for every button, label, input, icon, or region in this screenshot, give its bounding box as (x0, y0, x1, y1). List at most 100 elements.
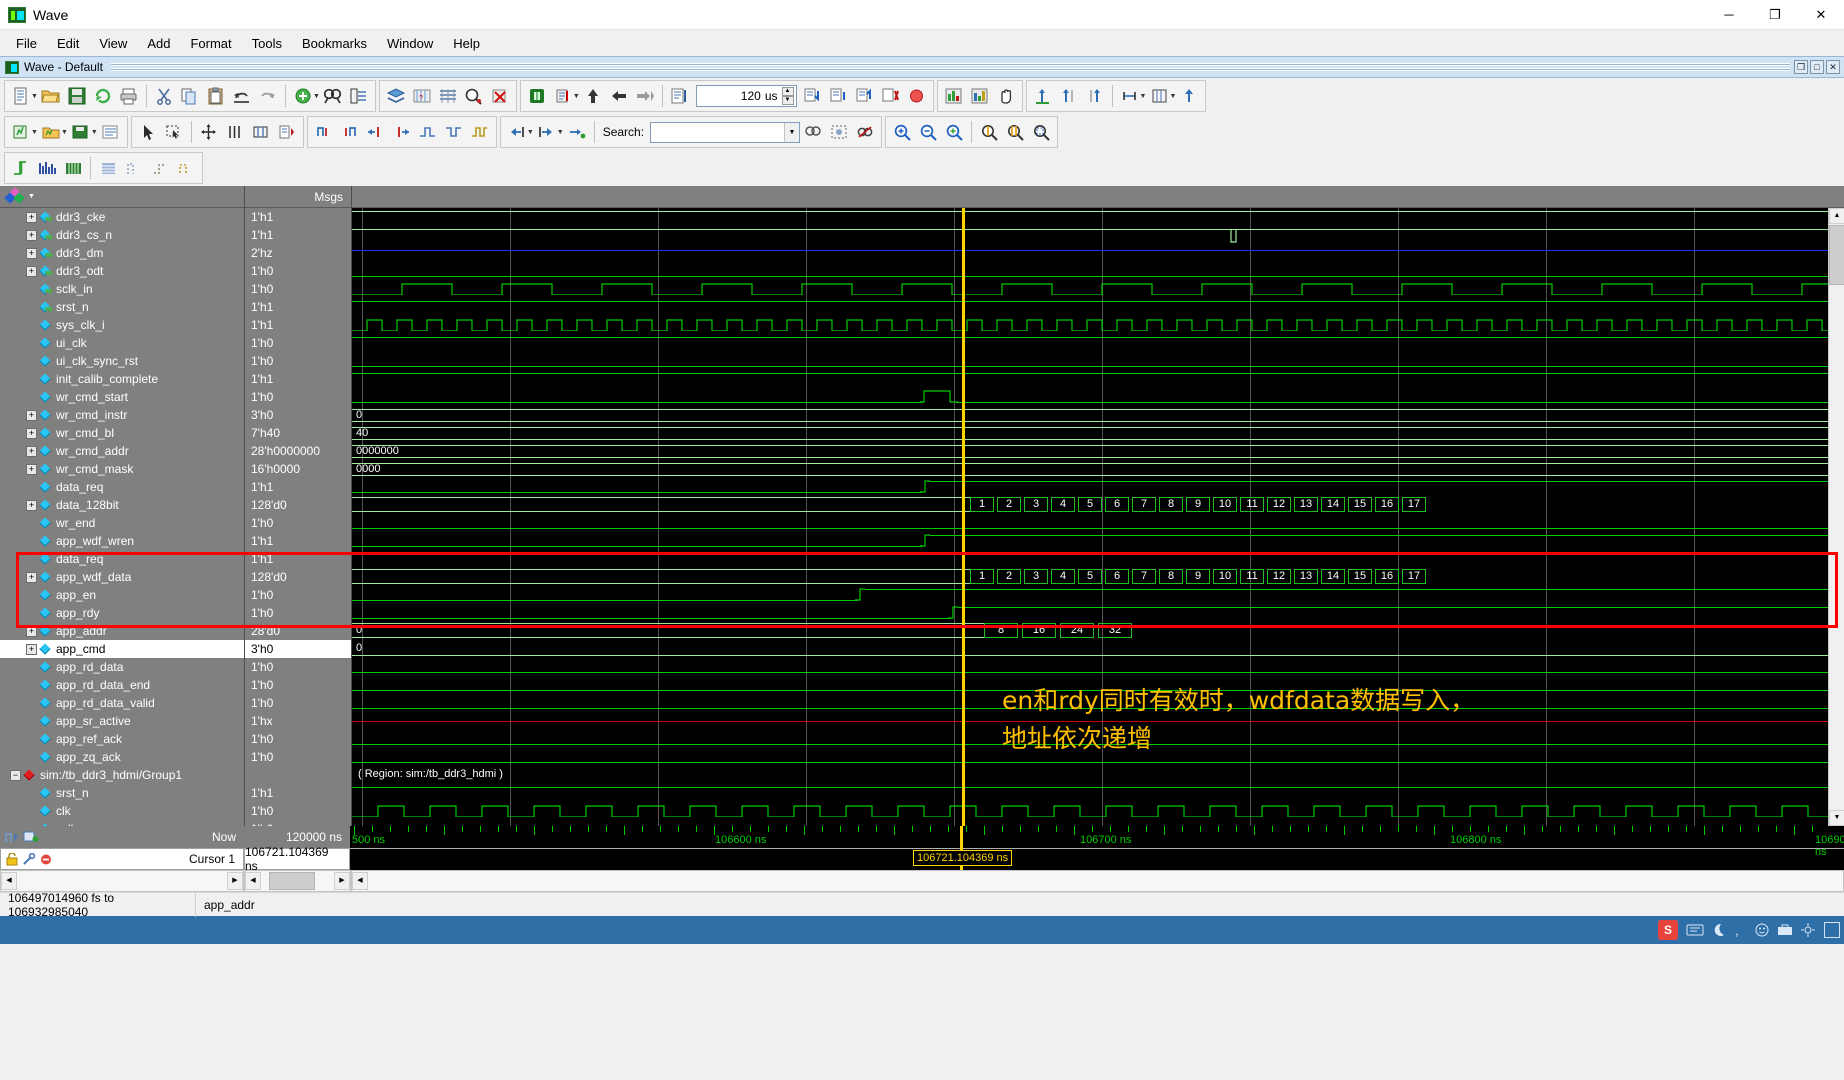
signal-row-app_rdy[interactable]: app_rdy (0, 604, 244, 622)
step-out-icon[interactable] (852, 83, 878, 109)
signal-row-wr_cmd_start[interactable]: wr_cmd_start (0, 388, 244, 406)
cursor-1-line[interactable] (962, 208, 965, 826)
wave-delete-icon[interactable] (487, 83, 513, 109)
menu-tools[interactable]: Tools (242, 33, 292, 54)
signal-row-app_wdf_wren[interactable]: app_wdf_wren (0, 532, 244, 550)
find-icon[interactable] (320, 83, 346, 109)
restore-button[interactable]: □ (1810, 60, 1824, 74)
search-all-icon[interactable] (564, 119, 590, 145)
search-next-icon[interactable] (534, 119, 560, 145)
zoom-mode-icon[interactable] (1117, 83, 1143, 109)
signal-row-init_calib_complete[interactable]: init_calib_complete (0, 370, 244, 388)
signal-row-app_addr[interactable]: + app_addr (0, 622, 244, 640)
tree-expand-icon[interactable]: + (26, 643, 37, 655)
signal-row-app_cmd[interactable]: + app_cmd (0, 640, 244, 658)
format-edge-icon[interactable] (173, 155, 199, 181)
menu-file[interactable]: File (6, 33, 47, 54)
format-pattern-icon[interactable] (95, 155, 121, 181)
signal-row-ddr3_dm[interactable]: + ddr3_dm (0, 244, 244, 262)
sogou-input-icon[interactable]: S (1658, 920, 1678, 940)
tree-expand-icon[interactable]: + (26, 445, 37, 457)
edge-last-icon[interactable] (337, 119, 363, 145)
tree-expand-icon[interactable]: + (26, 427, 37, 439)
menu-view[interactable]: View (89, 33, 137, 54)
signal-row-ui_clk_sync_rst[interactable]: ui_clk_sync_rst (0, 352, 244, 370)
search-prev-icon[interactable] (504, 119, 530, 145)
values-scroll-thumb[interactable] (269, 872, 315, 890)
signal-row-data_128bit[interactable]: + data_128bit (0, 496, 244, 514)
step-over-icon[interactable] (826, 83, 852, 109)
stop-icon[interactable] (904, 83, 930, 109)
signal-names-pane[interactable]: ▼ + ddr3_cke + ddr3_cs_n + ddr3_dm + ddr3_odt sc… (0, 186, 244, 826)
wave-list-icon[interactable] (98, 119, 124, 145)
reload-icon[interactable] (90, 83, 116, 109)
paste-icon[interactable] (203, 83, 229, 109)
menu-add[interactable]: Add (137, 33, 180, 54)
tree-expand-icon[interactable]: + (26, 229, 37, 241)
signal-row-sys_clk_i[interactable]: sys_clk_i (0, 316, 244, 334)
search-options-icon[interactable] (826, 119, 852, 145)
values-hscrollbar[interactable]: ◀ ▶ (244, 870, 351, 892)
signal-row-ddr3_cke[interactable]: + ddr3_cke (0, 208, 244, 226)
format-analog-icon[interactable] (34, 155, 60, 181)
search-input[interactable] (651, 122, 784, 142)
edge-prev-icon[interactable] (363, 119, 389, 145)
values-scroll-right-icon[interactable]: ▶ (334, 872, 350, 890)
zoom-fit-icon[interactable] (941, 119, 967, 145)
names-scroll-right-icon[interactable]: ▶ (227, 872, 243, 890)
signal-row-data_req[interactable]: data_req (0, 550, 244, 568)
cursor-insert-icon[interactable] (1030, 83, 1056, 109)
signal-row-sim--tb_ddr3_hdmi-group1[interactable]: − sim:/tb_ddr3_hdmi/Group1 (0, 766, 244, 784)
run-icon[interactable] (550, 83, 576, 109)
signal-row-app_sr_active[interactable]: app_sr_active (0, 712, 244, 730)
names-scroll-left-icon[interactable]: ◀ (1, 872, 17, 890)
format-step-icon[interactable] (147, 155, 173, 181)
add-object-icon[interactable] (290, 83, 316, 109)
signal-row-wr_cmd_bl[interactable]: + wr_cmd_bl (0, 424, 244, 442)
wave-scroll-left-icon[interactable]: ◀ (352, 872, 368, 890)
signal-row-app_ref_ack[interactable]: app_ref_ack (0, 730, 244, 748)
step-forward-icon[interactable] (632, 83, 658, 109)
search-history-dropdown-icon[interactable]: ▼ (783, 122, 800, 142)
wave-hscrollbar[interactable]: ◀ (351, 870, 1844, 892)
edge-any-icon[interactable] (467, 119, 493, 145)
cursor-1-value[interactable]: 106721.104369 ns (244, 845, 350, 873)
minimize-button[interactable]: ─ (1706, 0, 1752, 30)
wave-grid-icon[interactable]: ? (409, 83, 435, 109)
undo-icon[interactable] (229, 83, 255, 109)
tree-expand-icon[interactable]: + (26, 463, 37, 475)
signal-row-wr_cmd_instr[interactable]: + wr_cmd_instr (0, 406, 244, 424)
signal-row-sclk_in[interactable]: sclk_in (0, 280, 244, 298)
wave-zoom-tool-icon[interactable] (461, 83, 487, 109)
maximize-button[interactable]: ❐ (1752, 0, 1798, 30)
zoom-cursor-icon[interactable] (976, 119, 1002, 145)
signal-row-wr_end[interactable]: wr_end (0, 514, 244, 532)
vertical-scroll-thumb[interactable] (1829, 225, 1844, 285)
edge-fall-icon[interactable] (441, 119, 467, 145)
scroll-down-icon[interactable]: ▼ (1829, 810, 1844, 826)
restart-icon[interactable] (524, 83, 550, 109)
search-filter-icon[interactable] (800, 119, 826, 145)
format-bus-icon[interactable] (60, 155, 86, 181)
wave-save-icon[interactable] (68, 119, 94, 145)
tree-expand-icon[interactable]: + (26, 409, 37, 421)
step-up-icon[interactable] (580, 83, 606, 109)
signal-row-app_en[interactable]: app_en (0, 586, 244, 604)
signal-row-ddr3_cs_n[interactable]: + ddr3_cs_n (0, 226, 244, 244)
run-length-field[interactable]: 120 us ▲ ▼ (695, 85, 797, 107)
signal-row-app_wdf_data[interactable]: + app_wdf_data (0, 568, 244, 586)
open-folder-icon[interactable] (38, 83, 64, 109)
search-field[interactable]: ▼ (650, 121, 801, 143)
print-icon[interactable] (116, 83, 142, 109)
copy-icon[interactable] (177, 83, 203, 109)
break-icon[interactable] (878, 83, 904, 109)
properties-icon[interactable] (346, 83, 372, 109)
cursor-label-row[interactable]: Cursor 1 (0, 848, 244, 870)
menu-edit[interactable]: Edit (47, 33, 89, 54)
zoom-region-icon[interactable] (248, 119, 274, 145)
zoom-selection-icon[interactable] (1028, 119, 1054, 145)
hand-pan-icon[interactable] (993, 83, 1019, 109)
signal-row-app_rd_data_valid[interactable]: app_rd_data_valid (0, 694, 244, 712)
signal-row-data_req[interactable]: data_req (0, 478, 244, 496)
annotate-icon[interactable] (274, 119, 300, 145)
